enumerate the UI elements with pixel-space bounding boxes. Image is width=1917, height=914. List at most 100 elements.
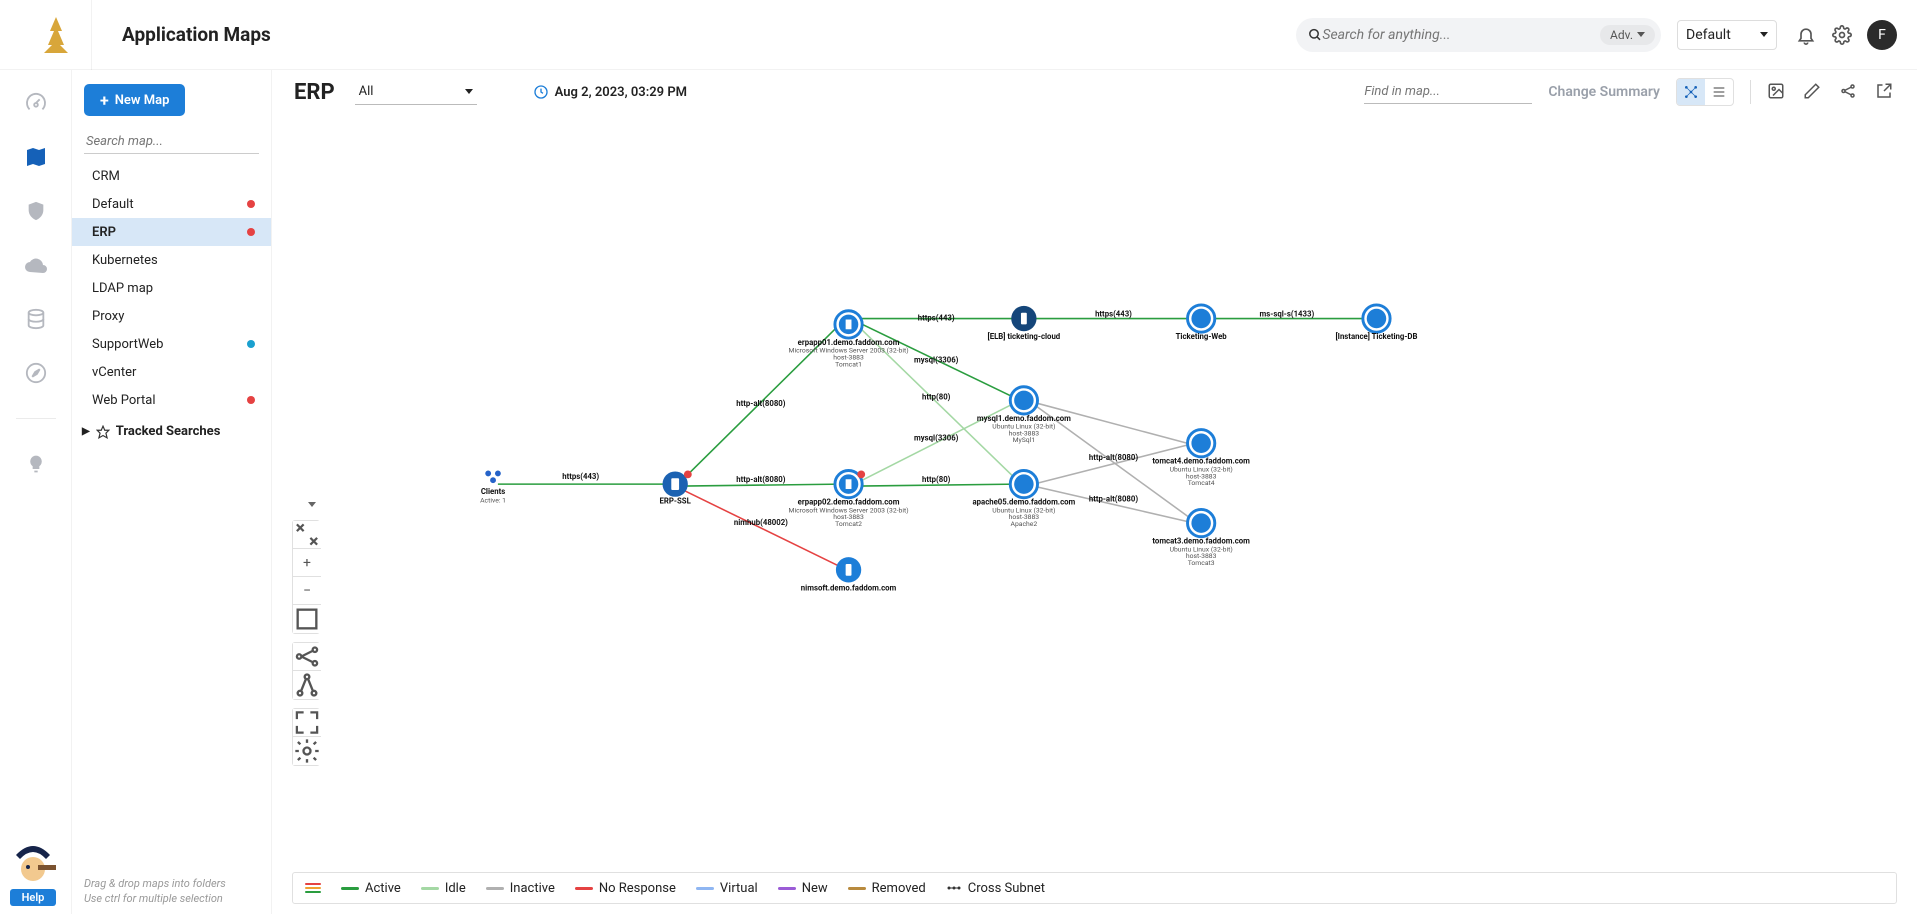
map-title: ERP: [294, 80, 335, 105]
status-dot-red: [247, 228, 255, 236]
svg-text:Tomcat4: Tomcat4: [1188, 479, 1215, 487]
node-erpapp01[interactable]: erpapp01.demo.faddom.com Microsoft Windo…: [789, 311, 909, 369]
svg-text:ms-sql-s(1433): ms-sql-s(1433): [1260, 310, 1315, 319]
page-title: Application Maps: [122, 23, 271, 46]
fit-icon[interactable]: [293, 521, 321, 549]
find-in-map-input[interactable]: [1364, 80, 1532, 104]
map-item-kubernetes[interactable]: Kubernetes: [72, 246, 271, 274]
svg-text:Tomcat1: Tomcat1: [835, 360, 862, 368]
export-icon[interactable]: [1875, 82, 1895, 102]
fullscreen-icon[interactable]: [293, 709, 321, 737]
status-dot-sync: [247, 340, 255, 348]
legend-virtual: Virtual: [696, 881, 758, 896]
change-summary-link[interactable]: Change Summary: [1548, 84, 1660, 100]
node-ticketing-web[interactable]: Ticketing-Web: [1176, 305, 1228, 341]
settings-icon[interactable]: [1831, 24, 1853, 46]
svg-text:https(443): https(443): [918, 313, 955, 322]
svg-text:tomcat3.demo.faddom.com: tomcat3.demo.faddom.com: [1152, 537, 1250, 546]
app-header: Application Maps Adv. Default F: [0, 0, 1917, 70]
advanced-search-toggle[interactable]: Adv.: [1600, 25, 1655, 45]
nav-cloud-icon[interactable]: [23, 252, 49, 278]
map-item-default[interactable]: Default: [72, 190, 271, 218]
save-image-icon[interactable]: [1767, 82, 1787, 102]
filter-dropdown[interactable]: All: [355, 79, 477, 105]
star-icon: [96, 425, 110, 439]
zoom-out-icon[interactable]: −: [293, 577, 321, 605]
svg-text:http-alt(8080): http-alt(8080): [736, 399, 786, 408]
main-area: ERP All Aug 2, 2023, 03:29 PM Change Sum…: [272, 70, 1917, 914]
user-avatar[interactable]: F: [1867, 20, 1897, 50]
map-item-proxy[interactable]: Proxy: [72, 302, 271, 330]
node-elb-ticketing[interactable]: [ELB] ticketing-cloud: [988, 306, 1061, 341]
node-erp-ssl[interactable]: ERP-SSL: [660, 470, 692, 505]
layout-tree-icon[interactable]: [293, 671, 321, 699]
map-item-erp[interactable]: ERP: [72, 218, 271, 246]
nav-discover-icon[interactable]: [23, 360, 49, 386]
map-item-ldap[interactable]: LDAP map: [72, 274, 271, 302]
nav-dashboard-icon[interactable]: [23, 90, 49, 116]
timestamp-display[interactable]: Aug 2, 2023, 03:29 PM: [533, 84, 687, 100]
zoom-in-icon[interactable]: +: [293, 549, 321, 577]
status-dot-red: [247, 396, 255, 404]
scope-dropdown[interactable]: Default: [1677, 20, 1777, 50]
notifications-icon[interactable]: [1795, 24, 1817, 46]
map-item-webportal[interactable]: Web Portal: [72, 386, 271, 414]
map-list-panel: +New Map CRM Default ERP Kubernetes LDAP…: [72, 70, 272, 914]
search-map-input[interactable]: [84, 130, 259, 154]
nav-database-icon[interactable]: [23, 306, 49, 332]
svg-text:https(443): https(443): [562, 472, 599, 481]
edit-icon[interactable]: [1803, 82, 1823, 102]
new-map-button[interactable]: +New Map: [84, 84, 185, 116]
nav-maps-icon[interactable]: [23, 144, 49, 170]
app-logo[interactable]: [20, 0, 92, 70]
svg-text:http-alt(8080): http-alt(8080): [736, 475, 786, 484]
map-settings-icon[interactable]: [293, 737, 321, 765]
box-select-icon[interactable]: [293, 605, 321, 633]
nav-security-icon[interactable]: [23, 198, 49, 224]
svg-text:tomcat4.demo.faddom.com: tomcat4.demo.faddom.com: [1152, 457, 1250, 466]
layout-spread-icon[interactable]: [293, 643, 321, 671]
help-widget[interactable]: Help: [8, 841, 58, 906]
node-erpapp02[interactable]: erpapp02.demo.faddom.com Microsoft Windo…: [789, 470, 909, 528]
main-toolbar: ERP All Aug 2, 2023, 03:29 PM Change Sum…: [272, 70, 1917, 114]
svg-text:Clients: Clients: [481, 487, 505, 496]
global-search-input[interactable]: [1322, 27, 1600, 43]
map-item-vcenter[interactable]: vCenter: [72, 358, 271, 386]
map-item-supportweb[interactable]: SupportWeb: [72, 330, 271, 358]
node-clients[interactable]: Clients Active: 1: [480, 470, 506, 504]
node-ticketing-db[interactable]: [Instance] Ticketing-DB: [1336, 305, 1418, 341]
help-label[interactable]: Help: [10, 889, 57, 906]
share-icon[interactable]: [1839, 82, 1859, 102]
global-search[interactable]: Adv.: [1296, 18, 1661, 52]
legend-idle: Idle: [421, 881, 466, 896]
svg-text:erpapp01.demo.faddom.com: erpapp01.demo.faddom.com: [798, 338, 900, 347]
svg-text:mysql(3306): mysql(3306): [914, 355, 959, 364]
legend-active: Active: [341, 881, 401, 896]
node-mysql1[interactable]: mysql1.demo.faddom.com Ubuntu Linux (32-…: [977, 387, 1071, 445]
legend-drag-handle[interactable]: [305, 883, 321, 893]
nav-insights-icon[interactable]: [23, 451, 49, 477]
view-list-button[interactable]: [1705, 79, 1733, 105]
nav-rail: [0, 70, 72, 914]
map-item-crm[interactable]: CRM: [72, 162, 271, 190]
tracked-searches-toggle[interactable]: ▶ Tracked Searches: [72, 424, 271, 439]
node-apache05[interactable]: apache05.demo.faddom.com Ubuntu Linux (3…: [973, 470, 1076, 528]
legend-bar: Active Idle Inactive No Response Virtual…: [292, 872, 1897, 904]
node-tomcat3[interactable]: tomcat3.demo.faddom.com Ubuntu Linux (32…: [1152, 509, 1250, 567]
legend-new: New: [778, 881, 828, 896]
view-toggle: [1676, 78, 1734, 106]
node-nimsoft[interactable]: nimsoft.demo.faddom.com: [801, 557, 897, 592]
map-canvas[interactable]: https(443) http-alt(8080) http-alt(8080)…: [272, 114, 1917, 864]
search-icon: [1308, 26, 1322, 44]
view-graph-button[interactable]: [1677, 79, 1705, 105]
panel-collapse-caret[interactable]: [298, 494, 326, 514]
svg-text:http-alt(8080): http-alt(8080): [1089, 495, 1139, 504]
legend-cross-subnet: Cross Subnet: [946, 881, 1045, 896]
svg-text:Tomcat3: Tomcat3: [1188, 559, 1215, 567]
svg-text:erpapp02.demo.faddom.com: erpapp02.demo.faddom.com: [798, 498, 900, 507]
legend-removed: Removed: [848, 881, 926, 896]
clock-icon: [533, 84, 549, 100]
svg-text:http(80): http(80): [922, 392, 951, 401]
svg-text:apache05.demo.faddom.com: apache05.demo.faddom.com: [973, 498, 1076, 507]
svg-text:ERP-SSL: ERP-SSL: [660, 497, 692, 506]
